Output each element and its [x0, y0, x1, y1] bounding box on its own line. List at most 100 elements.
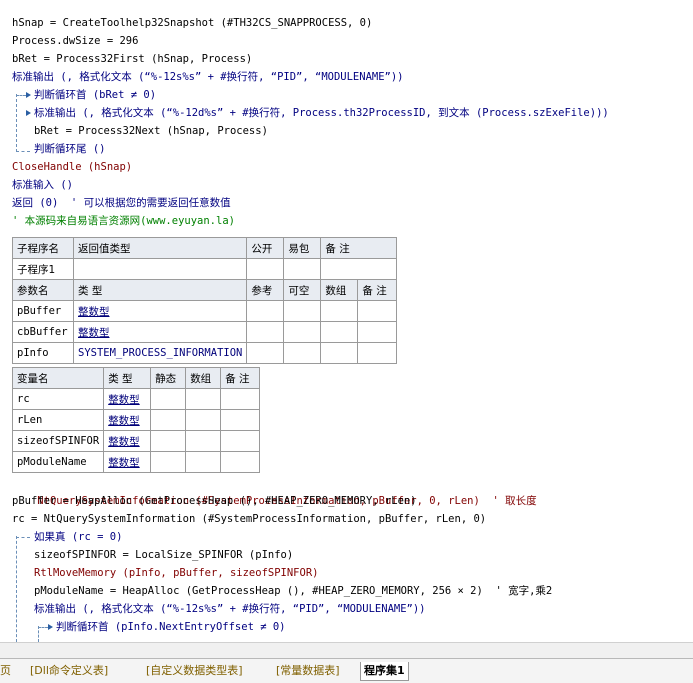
code-line[interactable]: bRet = Process32First (hSnap, Process)	[12, 50, 252, 68]
var-name[interactable]: rc	[11, 388, 105, 410]
code-line[interactable]: 判断循环首 (pInfo.NextEntryOffset ≠ 0)	[56, 618, 286, 636]
table-row[interactable]: cbBuffer 整数型	[12, 321, 398, 343]
var-remark[interactable]	[220, 388, 261, 410]
code-line[interactable]: hSnap = CreateToolhelp32Snapshot (#TH32C…	[12, 14, 372, 32]
code-line[interactable]: 标准输出 (, 格式化文本 (“%-12s%s” + #换行符, “PID”, …	[34, 600, 426, 618]
tab-page[interactable]: 页	[0, 662, 11, 680]
var-remark[interactable]	[220, 451, 261, 473]
var-static[interactable]	[150, 430, 187, 452]
param-ref[interactable]	[246, 300, 285, 322]
var-static[interactable]	[150, 409, 187, 431]
col-header: 公开	[246, 237, 285, 259]
param-remark[interactable]	[357, 321, 398, 343]
tab-assembly1[interactable]: 程序集1	[360, 662, 409, 681]
param-name[interactable]: pBuffer	[12, 300, 74, 322]
col-header: 参数名	[12, 279, 74, 301]
var-name[interactable]: rLen	[11, 409, 105, 431]
var-name[interactable]: sizeofSPINFOR	[11, 430, 105, 452]
code-line[interactable]: 如果真 (rc = 0)	[34, 528, 122, 546]
code-line[interactable]: Process.dwSize = 296	[12, 32, 138, 50]
var-name[interactable]: pModuleName	[11, 451, 105, 473]
table-row[interactable]: pInfo SYSTEM_PROCESS_INFORMATION	[12, 342, 398, 364]
horizontal-scrollbar[interactable]	[0, 642, 693, 659]
col-header: 可空	[283, 279, 322, 301]
code-line[interactable]: rc = NtQuerySystemInformation (#SystemPr…	[12, 510, 486, 528]
var-type[interactable]: 整数型	[103, 430, 152, 452]
remark[interactable]	[320, 258, 398, 280]
table-row[interactable]: sizeofSPINFOR 整数型	[11, 430, 261, 452]
var-type[interactable]: 整数型	[103, 388, 152, 410]
var-array[interactable]	[185, 430, 222, 452]
return-type[interactable]	[72, 258, 248, 280]
var-type[interactable]: 整数型	[103, 451, 152, 473]
loop-guide-top	[16, 95, 26, 96]
code-line[interactable]: 标准输出 (, 格式化文本 (“%-12s%s” + #换行符, “PID”, …	[12, 68, 404, 86]
loop-guide-bottom	[16, 151, 30, 152]
code-line[interactable]: pBuffer = HeapAlloc (GetProcessHeap (), …	[12, 492, 417, 510]
col-header: 参考	[246, 279, 285, 301]
table-row[interactable]: rc 整数型	[11, 388, 261, 410]
col-header: 类 型	[103, 367, 152, 389]
col-header: 子程序名	[12, 237, 74, 259]
bottom-tab-bar: 页 [Dll命令定义表] [自定义数据类型表] [常量数据表] 程序集1	[0, 658, 693, 683]
code-line[interactable]: 判断循环尾 ()	[34, 140, 105, 158]
table-row[interactable]: pModuleName 整数型	[11, 451, 261, 473]
var-remark[interactable]	[220, 430, 261, 452]
code-line[interactable]: 返回 (0) ' 可以根据您的需要返回任意数值	[12, 194, 231, 212]
col-header: 易包	[283, 237, 322, 259]
var-array[interactable]	[185, 388, 222, 410]
package-flag[interactable]	[283, 258, 322, 280]
param-nullable[interactable]	[283, 321, 322, 343]
code-line[interactable]: pModuleName = HeapAlloc (GetProcessHeap …	[34, 582, 552, 600]
var-remark[interactable]	[220, 409, 261, 431]
code-line[interactable]: NtQuerySystemInformation (#SystemProcess…	[12, 474, 536, 507]
param-type[interactable]: SYSTEM_PROCESS_INFORMATION	[72, 342, 248, 364]
var-array[interactable]	[185, 409, 222, 431]
var-array[interactable]	[185, 451, 222, 473]
col-header: 数组	[320, 279, 359, 301]
code-editor[interactable]: hSnap = CreateToolhelp32Snapshot (#TH32C…	[0, 0, 693, 642]
param-nullable[interactable]	[283, 300, 322, 322]
loop-guide	[16, 94, 17, 152]
public-flag[interactable]	[246, 258, 285, 280]
inner-loop-guide-top	[38, 627, 48, 628]
col-header: 备 注	[320, 237, 398, 259]
code-line[interactable]: CloseHandle (hSnap)	[12, 158, 132, 176]
param-name[interactable]: cbBuffer	[12, 321, 74, 343]
param-ref[interactable]	[246, 321, 285, 343]
param-type[interactable]: 整数型	[72, 300, 248, 322]
inner-loop-guide	[38, 626, 39, 642]
param-array[interactable]	[320, 342, 359, 364]
param-name[interactable]: pInfo	[12, 342, 74, 364]
variable-table: 变量名 类 型 静态 数组 备 注 rc 整数型 rLen 整数型 sizeof…	[11, 367, 261, 473]
inner-loop-arrow-icon	[48, 624, 53, 630]
code-line[interactable]: 标准输入 ()	[12, 176, 73, 194]
col-header: 返回值类型	[72, 237, 248, 259]
comment-line[interactable]: ' 本源码来自易语言资源网(www.eyuyan.la)	[12, 212, 235, 230]
loop-arrow-icon	[26, 92, 31, 98]
code-line[interactable]: RtlMoveMemory (pInfo, pBuffer, sizeofSPI…	[34, 564, 318, 582]
param-ref[interactable]	[246, 342, 285, 364]
tab-dll-commands[interactable]: [Dll命令定义表]	[30, 662, 108, 680]
tab-custom-datatypes[interactable]: [自定义数据类型表]	[146, 662, 243, 680]
col-header: 类 型	[72, 279, 248, 301]
subroutine-name[interactable]: 子程序1	[12, 258, 74, 280]
param-nullable[interactable]	[283, 342, 322, 364]
param-array[interactable]	[320, 321, 359, 343]
code-line[interactable]: 标准输出 (, 格式化文本 (“%-12d%s” + #换行符, Process…	[34, 104, 609, 122]
table-row[interactable]: pBuffer 整数型	[12, 300, 398, 322]
code-line[interactable]: sizeofSPINFOR = LocalSize_SPINFOR (pInfo…	[34, 546, 293, 564]
tab-constants[interactable]: [常量数据表]	[276, 662, 340, 680]
code-line[interactable]: 判断循环首 (bRet ≠ 0)	[34, 86, 156, 104]
param-array[interactable]	[320, 300, 359, 322]
var-static[interactable]	[150, 388, 187, 410]
if-guide	[16, 536, 17, 642]
code-line[interactable]: bRet = Process32Next (hSnap, Process)	[34, 122, 268, 140]
table-row[interactable]: rLen 整数型	[11, 409, 261, 431]
param-remark[interactable]	[357, 300, 398, 322]
var-static[interactable]	[150, 451, 187, 473]
param-type[interactable]: 整数型	[72, 321, 248, 343]
param-remark[interactable]	[357, 342, 398, 364]
col-header: 变量名	[11, 367, 105, 389]
var-type[interactable]: 整数型	[103, 409, 152, 431]
